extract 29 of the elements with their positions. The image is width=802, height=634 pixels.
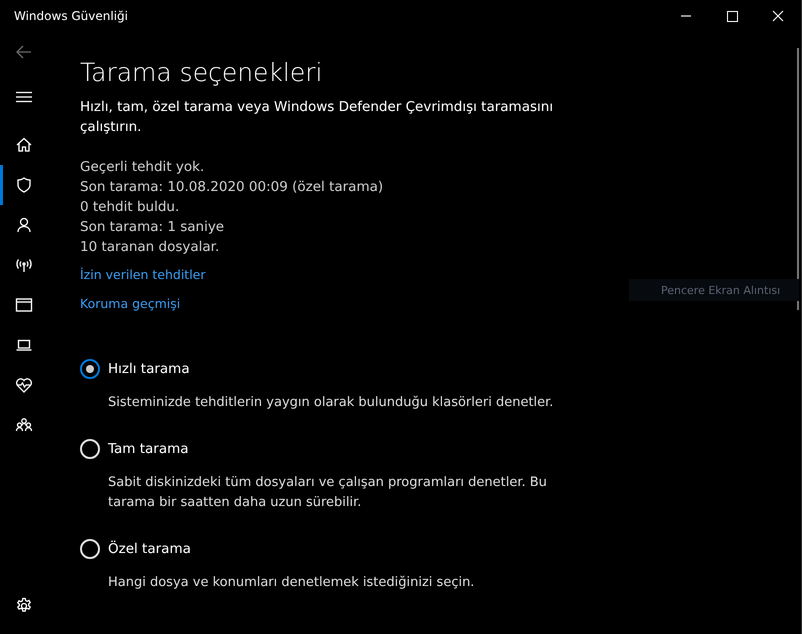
- radio-option[interactable]: Tam tarama: [80, 437, 189, 461]
- option-description: Sabit diskinizdeki tüm dosyaları ve çalışan programları denetler. Bu tarama bir saatten daha uzun sürebilir.: [108, 474, 548, 512]
- radio-button[interactable]: [80, 359, 100, 379]
- status-text: Son tarama: 1 saniye: [80, 218, 226, 237]
- link[interactable]: Koruma geçmişi: [80, 296, 180, 311]
- shield-icon: [15, 176, 33, 194]
- option-description: Sisteminizde tehditlerin yaygın olarak bulunduğu klasörleri denetler.: [108, 394, 554, 412]
- link[interactable]: İzin verilen tehditler: [80, 267, 206, 282]
- option-description: Hangi dosya ve konumları denetlemek istediğinizi seçin.: [108, 574, 476, 592]
- back-arrow-icon: [15, 43, 33, 61]
- status-text: 0 tehdit buldu.: [80, 198, 180, 217]
- status-text: Son tarama: 10.08.2020 00:09 (özel tarama): [80, 178, 384, 197]
- close-icon: [772, 10, 784, 22]
- page-description: Hızlı, tam, özel tarama veya Windows Defender Çevrimdışı taramasını çalıştırın.: [80, 98, 554, 137]
- heart-pulse-icon: [15, 376, 33, 394]
- radio-option[interactable]: Özel tarama: [80, 537, 191, 561]
- person-icon: [15, 216, 33, 234]
- home-icon: [15, 136, 33, 154]
- tooltip: Pencere Ekran Alıntısı: [629, 279, 799, 301]
- maximize-icon: [726, 10, 738, 22]
- page-title: Tarama seçenekleri: [80, 58, 324, 87]
- radio-option[interactable]: Hızlı tarama: [80, 357, 190, 381]
- status-text: Geçerli tehdit yok.: [80, 158, 206, 177]
- browser-icon: [15, 296, 33, 314]
- status-text: 10 taranan dosyalar.: [80, 238, 220, 257]
- scrollbar[interactable]: [797, 48, 799, 310]
- settings-icon: [15, 597, 33, 615]
- family-icon: [15, 416, 33, 434]
- window-title: Windows Güvenliği: [14, 9, 129, 23]
